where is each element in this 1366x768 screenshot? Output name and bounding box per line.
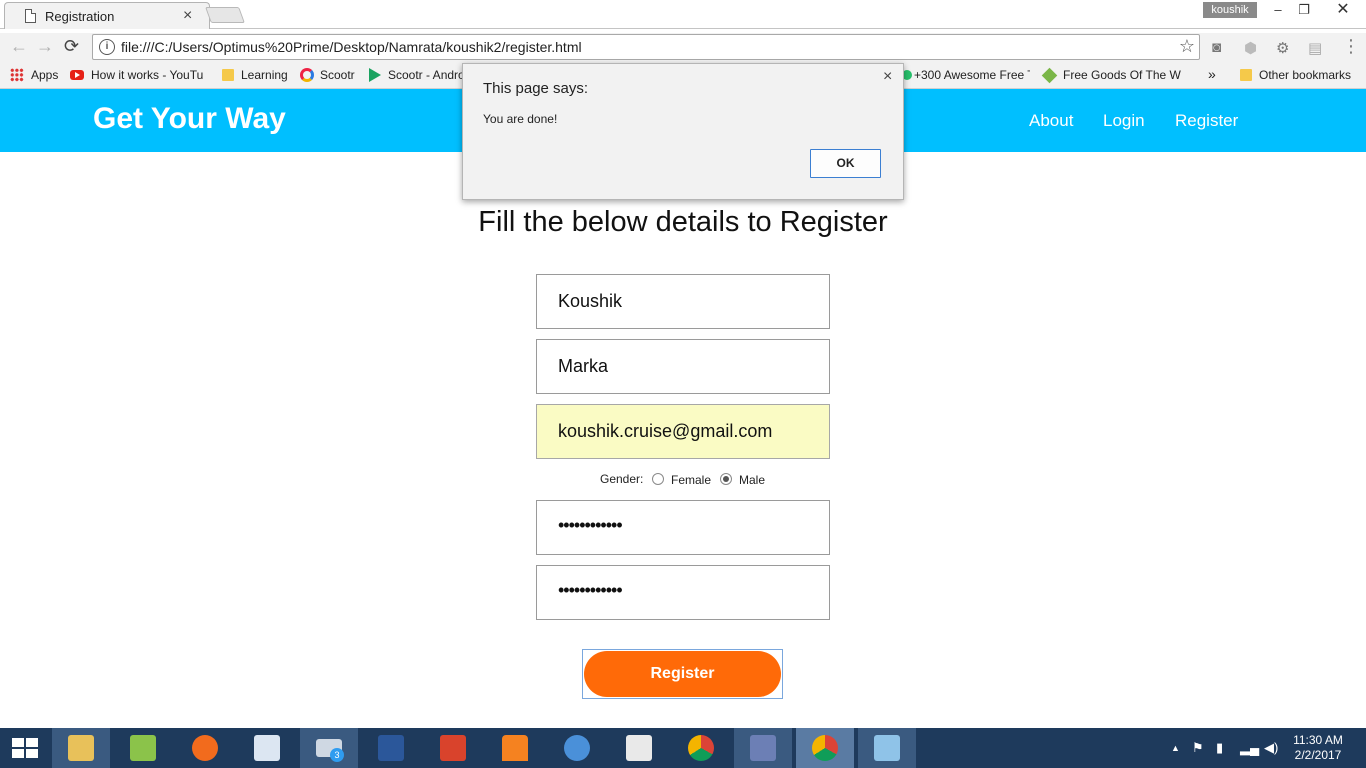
register-button[interactable]: Register — [584, 651, 781, 697]
first-name-field[interactable]: Koushik — [536, 274, 830, 329]
folder-icon — [222, 69, 234, 81]
clock-date: 2/2/2017 — [1294, 748, 1342, 762]
tab-close-icon[interactable]: × — [183, 6, 192, 26]
camera-extension-icon[interactable]: ◙ — [1212, 39, 1221, 56]
gear-extension-icon[interactable]: ⚙ — [1276, 39, 1289, 57]
url-text[interactable]: file:///C:/Users/Optimus%20Prime/Desktop… — [121, 39, 582, 55]
password-mask: •••••••••••• — [558, 515, 623, 535]
confirm-password-field[interactable]: •••••••••••• — [536, 565, 830, 620]
mail-badge: 3 — [330, 748, 344, 762]
slack-icon[interactable] — [610, 728, 668, 768]
bookmark-app-icon[interactable] — [424, 728, 482, 768]
youtube-icon — [70, 70, 84, 80]
tray-expand-icon[interactable]: ▲ — [1171, 743, 1180, 753]
menu-icon[interactable]: ⋮ — [1342, 36, 1360, 57]
form-heading: Fill the below details to Register — [478, 206, 888, 238]
shield-extension-icon[interactable]: ⬢ — [1244, 39, 1257, 57]
wordpad-icon[interactable] — [238, 728, 296, 768]
bookmark-scootr[interactable]: Scootr — [320, 68, 355, 82]
photos-icon[interactable] — [858, 728, 916, 768]
vlc-icon[interactable] — [486, 728, 544, 768]
network-icon[interactable]: ▂▄ — [1240, 740, 1259, 756]
file-explorer-icon[interactable] — [52, 728, 110, 768]
chrome-active-icon[interactable] — [796, 728, 854, 768]
clock-time: 11:30 AM — [1293, 733, 1343, 747]
bookmark-learning[interactable]: Learning — [241, 68, 288, 82]
gender-female-radio[interactable] — [652, 473, 664, 485]
play-store-icon — [369, 68, 381, 82]
last-name-field[interactable]: Marka — [536, 339, 830, 394]
bookmark-free-goods[interactable]: Free Goods Of The W — [1063, 68, 1181, 82]
bookmark-star-icon[interactable]: ☆ — [1179, 36, 1195, 57]
confirm-password-mask: •••••••••••• — [558, 580, 623, 600]
gender-male-label[interactable]: Male — [739, 473, 765, 487]
nav-link-login[interactable]: Login — [1103, 111, 1145, 131]
dialog-title: This page says: — [483, 80, 589, 97]
word-icon[interactable] — [362, 728, 420, 768]
gender-female-label[interactable]: Female — [671, 473, 711, 487]
bookmark-scootr-android[interactable]: Scootr - Andro — [388, 68, 464, 82]
password-field[interactable]: •••••••••••• — [536, 500, 830, 555]
alert-dialog: × This page says: You are done! OK — [462, 63, 904, 200]
bookmarks-overflow-icon[interactable]: » — [1208, 66, 1216, 82]
browser-tab-strip: Registration × koushik – ❐ ✕ — [0, 0, 1366, 33]
bookmark-how-it-works[interactable]: How it works - YouTu — [91, 68, 207, 82]
gender-male-radio[interactable] — [720, 473, 732, 485]
gender-label: Gender: — [600, 472, 644, 486]
email-field[interactable]: koushik.cruise@gmail.com — [536, 404, 830, 459]
back-icon[interactable]: ← — [10, 36, 28, 57]
thunderbird-icon[interactable] — [548, 728, 606, 768]
profile-button[interactable]: koushik — [1203, 2, 1257, 18]
firefox-icon[interactable] — [176, 728, 234, 768]
android-studio-icon[interactable] — [734, 728, 792, 768]
ring-icon — [300, 68, 314, 82]
dialog-close-icon[interactable]: × — [883, 68, 892, 86]
site-brand[interactable]: Get Your Way — [93, 102, 286, 136]
nav-link-register[interactable]: Register — [1175, 111, 1238, 131]
mail-icon[interactable]: 3 — [300, 728, 358, 768]
page-icon — [25, 9, 36, 23]
bookmark-awesome-free[interactable]: +300 Awesome Free T — [914, 68, 1030, 82]
new-tab-button[interactable] — [205, 7, 245, 23]
register-button-focus-ring: Register — [582, 649, 783, 699]
tag-icon — [1041, 67, 1058, 84]
apps-grid-icon — [10, 68, 24, 82]
site-info-icon[interactable]: i — [99, 39, 115, 55]
taskbar: 3 ▲ ⚑ ▮ ▂▄ ◀) 11:30 AM 2/2/2017 — [0, 728, 1366, 768]
tab-title: Registration — [45, 9, 115, 24]
windows-start-icon[interactable] — [12, 738, 38, 758]
address-bar[interactable]: i file:///C:/Users/Optimus%20Prime/Deskt… — [92, 34, 1200, 60]
action-center-flag-icon[interactable]: ⚑ — [1192, 740, 1204, 756]
clock[interactable]: 11:30 AM 2/2/2017 — [1283, 733, 1353, 763]
pdf-extension-icon[interactable]: ▤ — [1308, 39, 1322, 57]
nav-link-about[interactable]: About — [1029, 111, 1073, 131]
email-value: koushik.cruise@gmail.com — [558, 421, 773, 441]
browser-toolbar: ← → ⟳ i file:///C:/Users/Optimus%20Prime… — [0, 33, 1366, 63]
dialog-ok-button[interactable]: OK — [810, 149, 881, 178]
forward-icon[interactable]: → — [36, 36, 54, 57]
minimize-button[interactable]: – — [1264, 0, 1292, 20]
reload-icon[interactable]: ⟳ — [64, 36, 79, 57]
tab-registration[interactable]: Registration × — [4, 2, 210, 29]
notepad-plus-icon[interactable] — [114, 728, 172, 768]
dialog-message: You are done! — [483, 112, 558, 126]
bookmark-other[interactable]: Other bookmarks — [1259, 68, 1351, 82]
folder-icon — [1240, 69, 1252, 81]
battery-icon[interactable]: ▮ — [1216, 740, 1223, 756]
window-close-button[interactable]: ✕ — [1320, 0, 1366, 20]
volume-icon[interactable]: ◀) — [1264, 740, 1278, 756]
first-name-value: Koushik — [558, 291, 623, 311]
last-name-value: Marka — [558, 356, 609, 376]
chrome-icon[interactable] — [672, 728, 730, 768]
bookmark-apps[interactable]: Apps — [31, 68, 58, 82]
restore-button[interactable]: ❐ — [1290, 0, 1318, 20]
